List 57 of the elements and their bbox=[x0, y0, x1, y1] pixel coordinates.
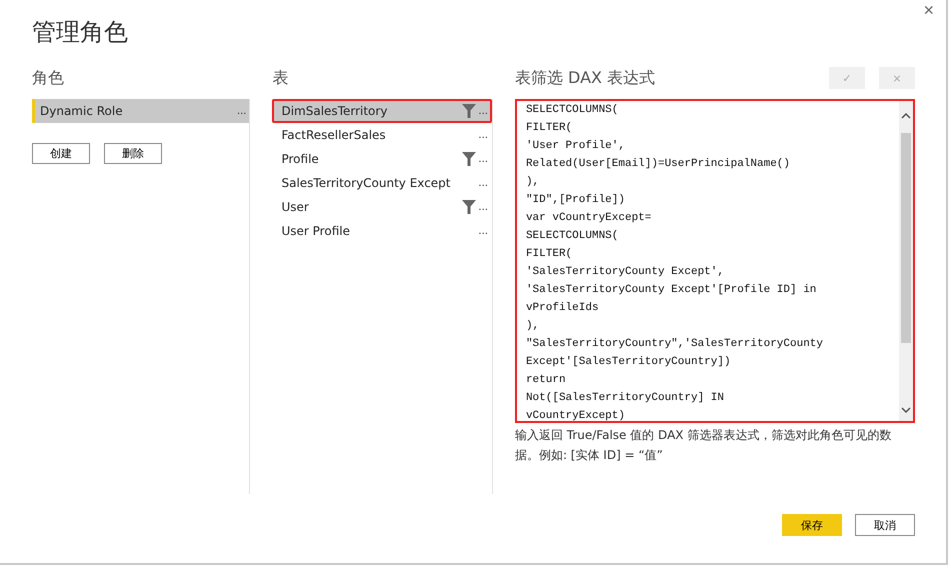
code-line: vCountryExcept) bbox=[526, 409, 626, 424]
code-line: Related(User[Email])=UserPrincipalName() bbox=[526, 157, 791, 172]
funnel-icon bbox=[462, 104, 476, 118]
table-item[interactable]: SalesTerritoryCounty Except ... bbox=[272, 171, 492, 195]
table-item[interactable]: Profile ... bbox=[272, 147, 492, 171]
more-menu[interactable]: ... bbox=[236, 106, 246, 116]
scroll-down-icon[interactable] bbox=[901, 407, 911, 413]
code-line: Not([SalesTerritoryCountry] IN bbox=[526, 391, 725, 406]
roles-heading: 角色 bbox=[32, 67, 65, 89]
table-item[interactable]: DimSalesTerritory ... bbox=[272, 99, 492, 123]
more-menu[interactable]: ... bbox=[478, 106, 488, 116]
code-line: return bbox=[526, 373, 567, 388]
cancel-button[interactable]: 取消 bbox=[855, 514, 915, 536]
scroll-thumb[interactable] bbox=[901, 133, 911, 343]
more-menu[interactable]: ... bbox=[478, 202, 488, 212]
code-line: var vCountryExcept= bbox=[526, 211, 652, 226]
close-button[interactable]: × bbox=[919, 0, 938, 21]
code-line: SELECTCOLUMNS( bbox=[526, 103, 620, 118]
tables-heading: 表 bbox=[272, 67, 290, 89]
table-name: Profile bbox=[281, 152, 320, 166]
code-line: "ID",[Profile]) bbox=[526, 193, 626, 208]
table-item[interactable]: User Profile ... bbox=[272, 219, 492, 243]
dax-editor[interactable] bbox=[514, 99, 915, 423]
role-action-button[interactable]: 删除 bbox=[104, 143, 162, 164]
table-name: User Profile bbox=[281, 224, 351, 238]
more-menu[interactable]: ... bbox=[478, 130, 488, 140]
code-line: 'SalesTerritoryCounty Except'[Profile ID] in bbox=[526, 283, 818, 298]
code-line: FILTER( bbox=[526, 247, 574, 262]
table-item[interactable]: User ... bbox=[272, 195, 492, 219]
dax-heading: 表筛选 DAX 表达式 bbox=[514, 67, 656, 89]
more-menu[interactable]: ... bbox=[478, 226, 488, 236]
table-name: DimSalesTerritory bbox=[281, 104, 388, 118]
role-name: Dynamic Role bbox=[40, 104, 124, 118]
dialog-title: 管理角色 bbox=[32, 17, 129, 48]
role-item[interactable]: Dynamic Role ... bbox=[32, 99, 250, 123]
code-line: ), bbox=[526, 319, 540, 334]
scroll-up-icon[interactable] bbox=[901, 113, 911, 119]
code-line: SELECTCOLUMNS( bbox=[526, 229, 620, 244]
code-line: vProfileIds bbox=[526, 301, 600, 316]
scrollbar[interactable] bbox=[899, 101, 913, 421]
code-line: ), bbox=[526, 175, 540, 190]
table-name: User bbox=[281, 200, 310, 214]
code-line: 'SalesTerritoryCounty Except', bbox=[526, 265, 725, 280]
table-name: SalesTerritoryCounty Except bbox=[281, 176, 452, 190]
funnel-icon bbox=[462, 152, 476, 166]
more-menu[interactable]: ... bbox=[478, 154, 488, 164]
code-line: 'User Profile', bbox=[526, 139, 626, 154]
more-menu[interactable]: ... bbox=[478, 178, 488, 188]
funnel-icon bbox=[462, 200, 476, 214]
role-action-button[interactable]: 创建 bbox=[32, 143, 90, 164]
code-line: "SalesTerritoryCountry",'SalesTerritoryCounty bbox=[526, 337, 824, 352]
table-item[interactable]: FactResellerSales ... bbox=[272, 123, 492, 147]
save-button[interactable]: 保存 bbox=[782, 514, 842, 536]
hint-text: 输入返回 True/False 值的 DAX 筛选器表达式，筛选对此角色可见的数据。例如: [实体 ID] = “值” bbox=[514, 427, 892, 464]
code-line: FILTER( bbox=[526, 121, 574, 136]
code-line: Except'[SalesTerritoryCountry]) bbox=[526, 355, 732, 370]
table-name: FactResellerSales bbox=[281, 128, 387, 142]
